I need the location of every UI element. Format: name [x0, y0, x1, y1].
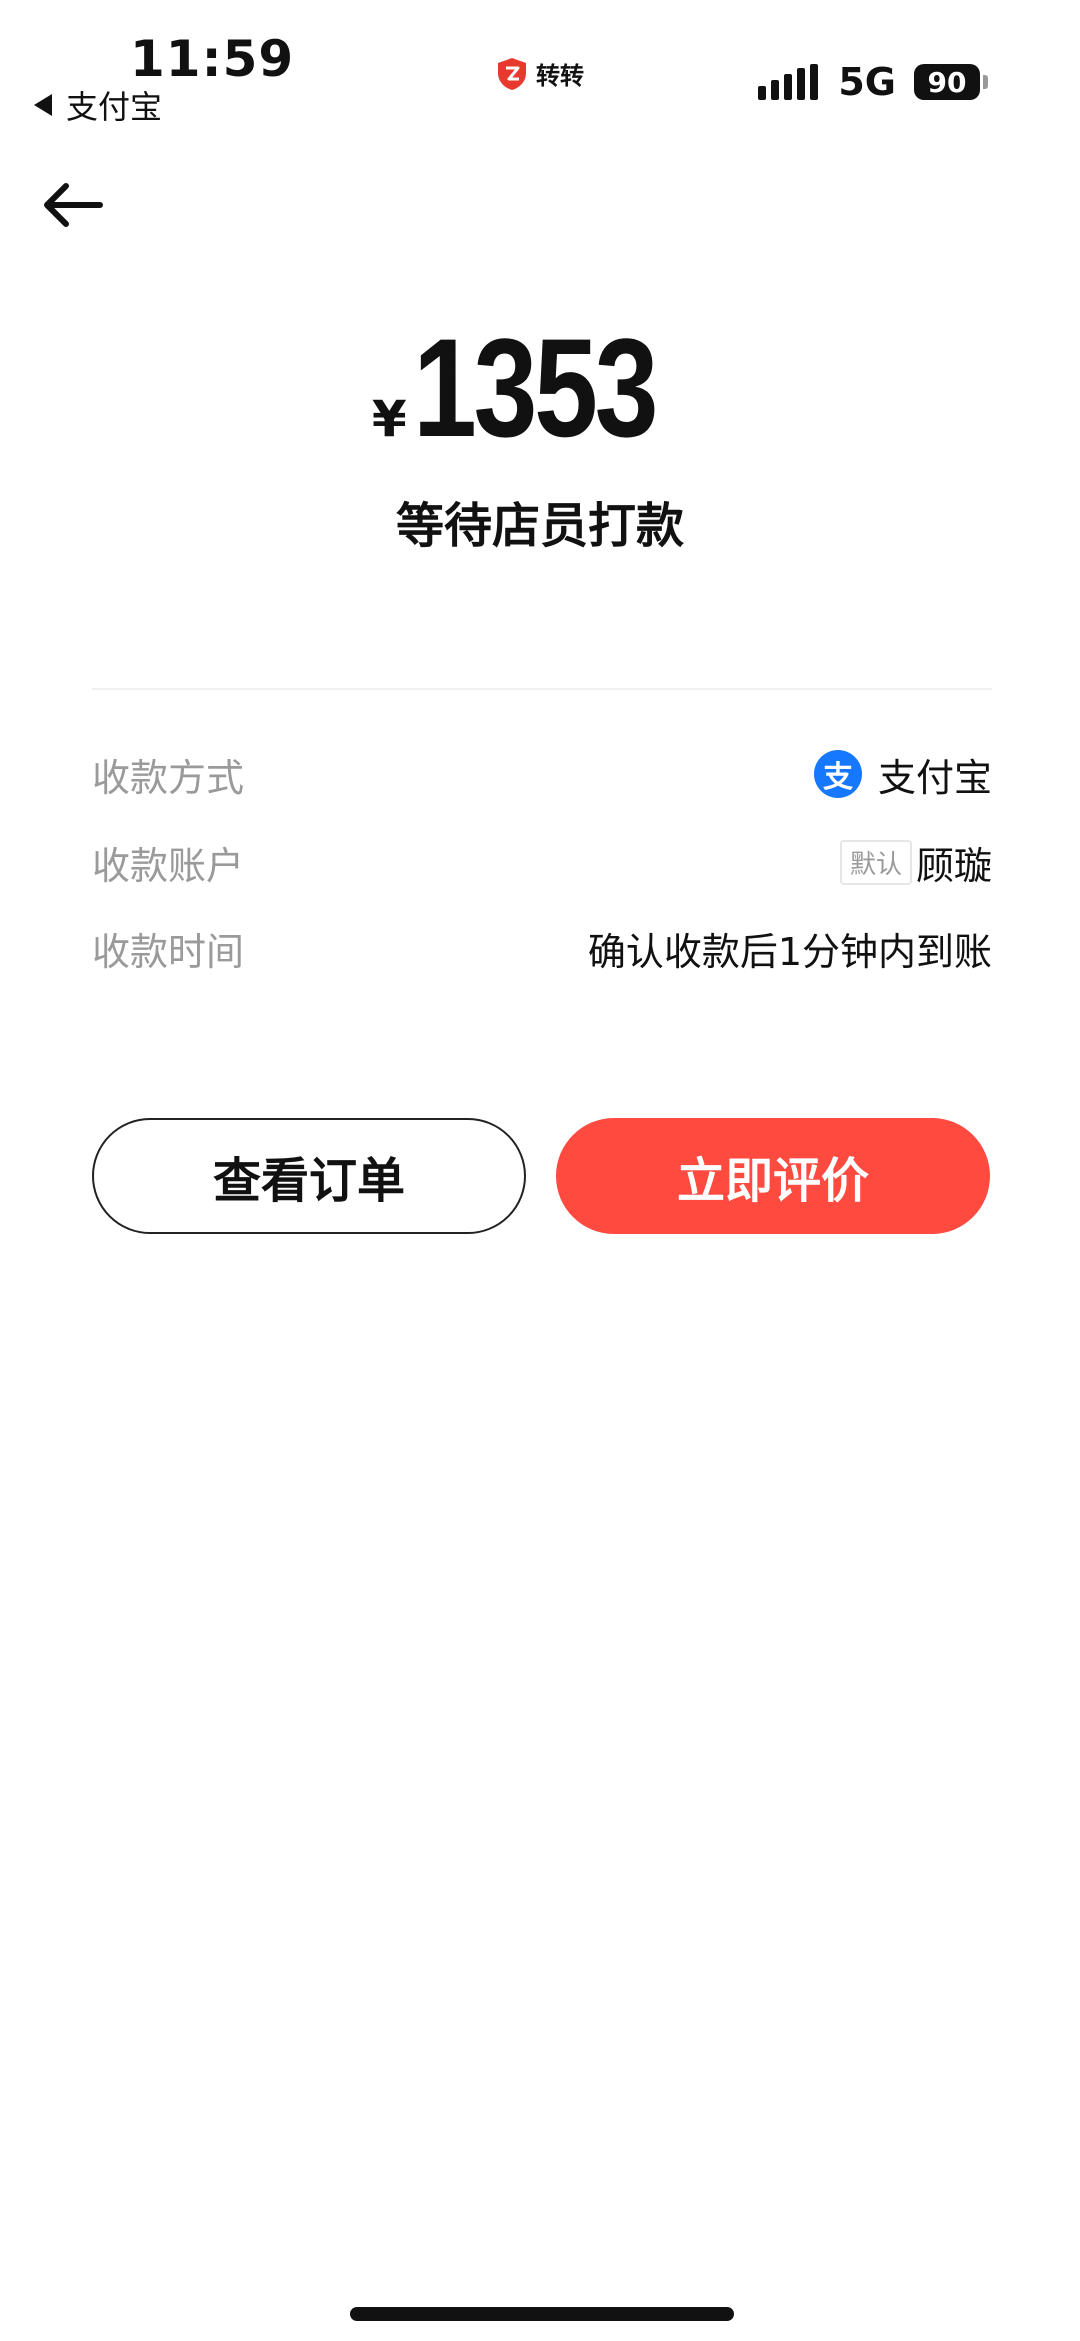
back-arrow-icon[interactable] [40, 180, 106, 230]
detail-label: 收款账户 [92, 843, 245, 888]
alipay-icon: 支 [813, 750, 862, 798]
payment-status-screen: 11:59 支付宝 转转 5G 90 ¥ 1353 等待店员打款 收款方式 支 … [0, 0, 1080, 2341]
detail-row-method: 收款方式 支 支付宝 [92, 744, 992, 804]
account-name: 顾璇 [915, 843, 992, 888]
currency-symbol: ¥ [371, 390, 407, 448]
detail-row-time: 收款时间 确认收款后1分钟内到账 [92, 918, 992, 978]
status-time: 11:59 [130, 30, 295, 88]
battery-level: 90 [914, 64, 980, 100]
payment-amount: ¥ 1353 [0, 318, 1080, 458]
view-order-button[interactable]: 查看订单 [92, 1118, 526, 1234]
divider [92, 688, 992, 690]
back-to-app-link[interactable]: 支付宝 [34, 82, 162, 128]
network-type: 5G [838, 60, 896, 104]
back-app-label: 支付宝 [66, 88, 163, 126]
detail-label: 收款时间 [92, 929, 245, 974]
app-indicator: 转转 [496, 56, 584, 91]
payment-status: 等待店员打款 [395, 498, 684, 554]
detail-value: 默认 顾璇 [839, 835, 992, 890]
method-value: 支付宝 [877, 755, 992, 800]
detail-value: 确认收款后1分钟内到账 [587, 929, 992, 974]
signal-icon [758, 64, 819, 100]
battery-icon: 90 [914, 64, 988, 100]
app-name: 转转 [536, 62, 584, 90]
status-indicators: 5G 90 [758, 60, 988, 104]
review-now-button[interactable]: 立即评价 [556, 1118, 990, 1234]
detail-value: 支 支付宝 [813, 747, 992, 802]
amount-value: 1353 [412, 309, 659, 466]
default-tag: 默认 [839, 839, 912, 885]
detail-row-account: 收款账户 默认 顾璇 [92, 832, 992, 892]
shield-icon [498, 57, 526, 90]
detail-label: 收款方式 [92, 755, 245, 800]
home-indicator[interactable] [350, 2307, 734, 2321]
back-triangle-icon [34, 94, 52, 116]
